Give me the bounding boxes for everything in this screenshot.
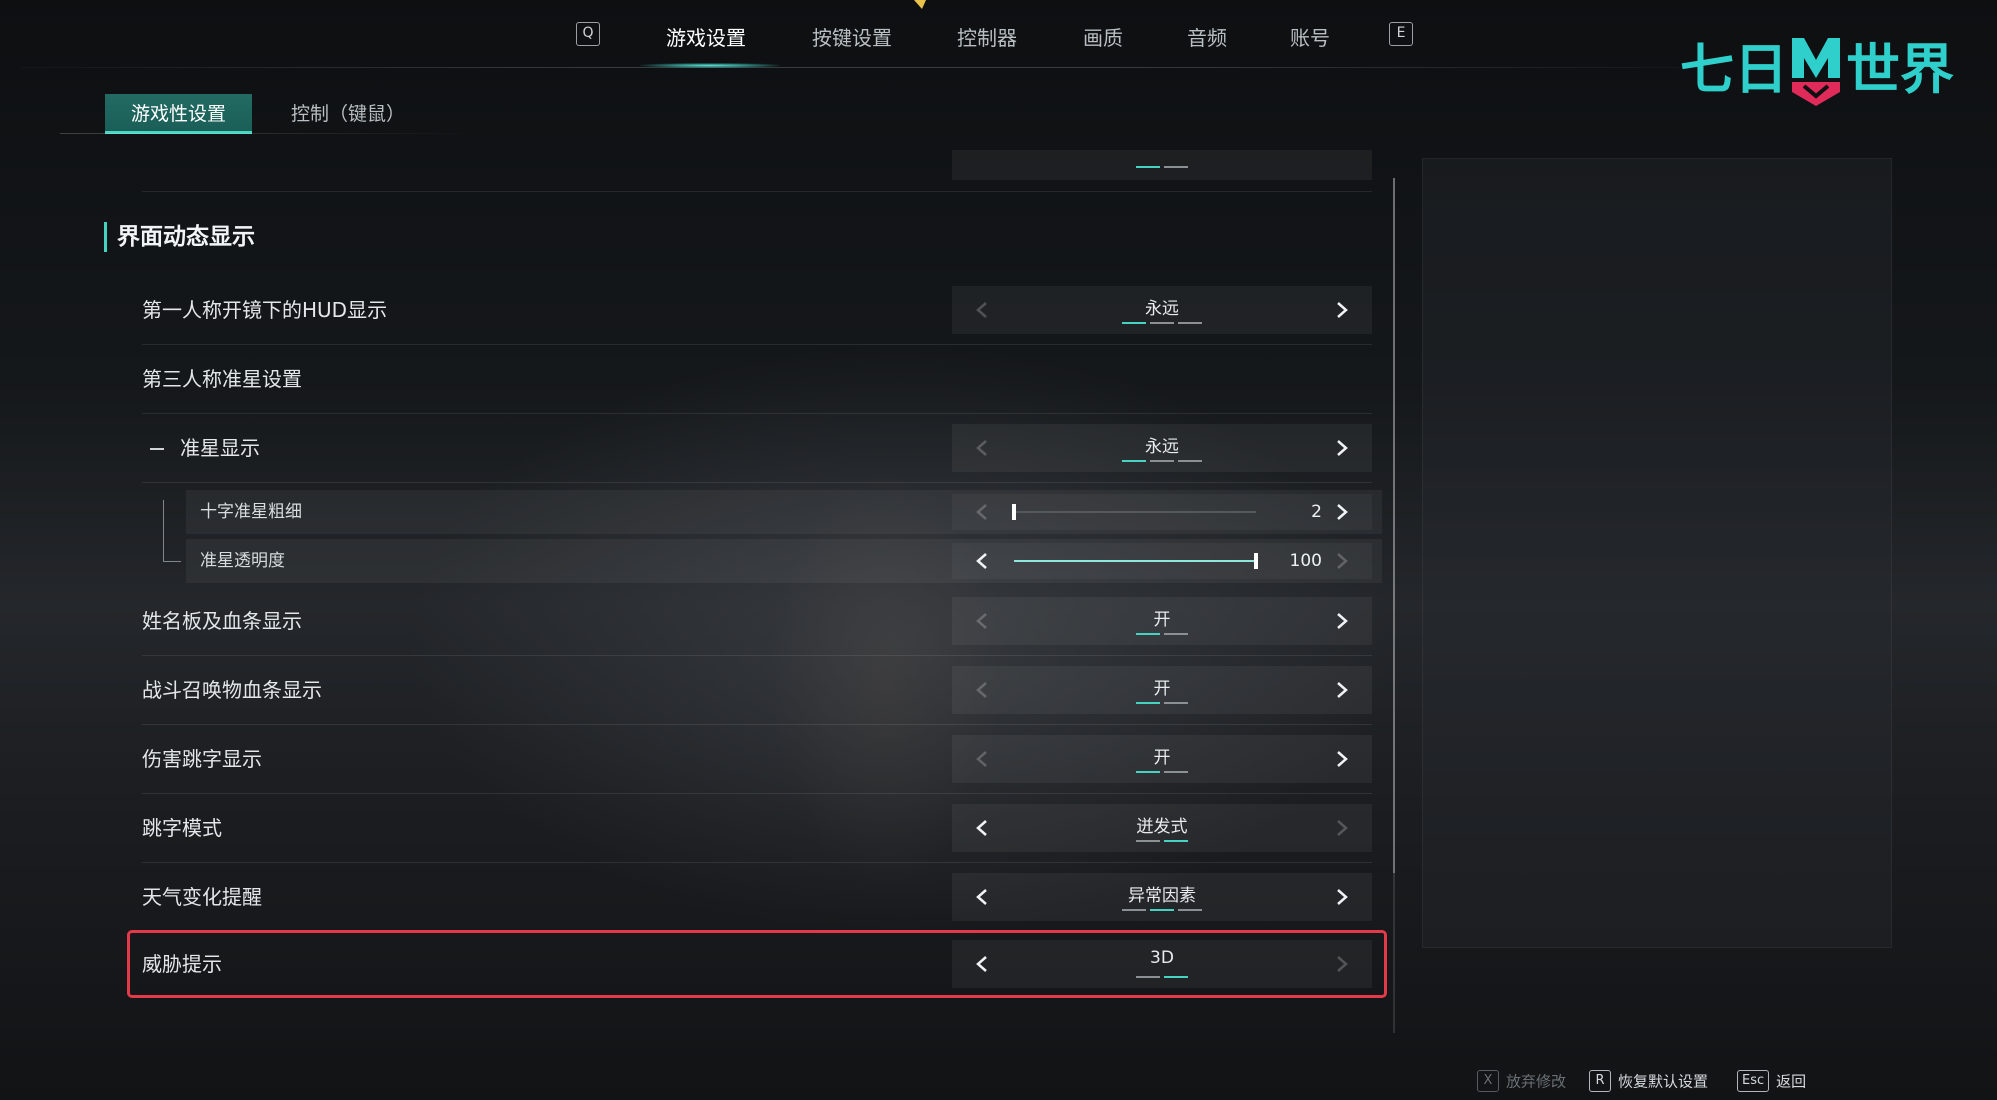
subtab-control-keyboard-mouse[interactable]: 控制（键鼠） (265, 94, 431, 134)
key-esc-badge: Esc (1737, 1070, 1770, 1092)
partial-setting-row (142, 150, 1372, 192)
setting-row-hud-scope[interactable]: 第一人称开镜下的HUD显示 永远 (142, 276, 1372, 345)
subtab-divider (60, 133, 480, 134)
option-selector[interactable]: 永远 (952, 286, 1372, 334)
tree-connector (163, 500, 164, 562)
slider-track[interactable] (1012, 504, 1256, 520)
setting-label: 准星显示 (180, 436, 260, 460)
option-selector[interactable]: 永远 (952, 424, 1372, 472)
logo-text-left: 七日 (1680, 38, 1788, 101)
discard-label: 放弃修改 (1506, 1072, 1567, 1091)
option-dots (952, 633, 1372, 635)
subtab-gameplay[interactable]: 游戏性设置 (105, 94, 253, 134)
back-hint[interactable]: Esc 返回 (1737, 1070, 1806, 1096)
slider-control[interactable]: 100 (952, 543, 1372, 579)
mouse-cursor-icon (914, 0, 926, 9)
setting-row-crosshair-display[interactable]: 准星显示 永远 (142, 414, 1372, 483)
setting-label: 十字准星粗细 (200, 502, 302, 522)
section-title: 界面动态显示 (104, 222, 255, 252)
arrow-right-icon[interactable] (1322, 804, 1362, 852)
description-panel (1422, 158, 1892, 948)
highlight-frame (127, 930, 1387, 998)
arrow-right-icon[interactable] (1322, 873, 1362, 921)
setting-row-weather-alert[interactable]: 天气变化提醒 异常因素 (142, 863, 1372, 932)
slider-fill (1014, 560, 1256, 562)
tab-audio[interactable]: 音频 (1187, 22, 1227, 51)
option-dots (952, 460, 1372, 462)
slider-thumb[interactable] (1254, 553, 1258, 569)
tab-game-settings[interactable]: 游戏设置 (666, 22, 746, 51)
logo-text-right: 世界 (1846, 38, 1954, 101)
logo-emblem-icon (1792, 38, 1840, 106)
arrow-right-icon[interactable] (1322, 286, 1362, 334)
discard-changes-hint[interactable]: X 放弃修改 (1477, 1070, 1566, 1096)
setting-label: 姓名板及血条显示 (142, 609, 302, 633)
setting-label: 准星透明度 (200, 551, 285, 571)
option-value: 开 (1153, 610, 1171, 630)
option-selector[interactable]: 开 (952, 597, 1372, 645)
reset-label: 恢复默认设置 (1618, 1072, 1709, 1091)
setting-label: 战斗召唤物血条显示 (142, 678, 322, 702)
arrow-right-icon[interactable] (1322, 424, 1362, 472)
tab-keybinding[interactable]: 按键设置 (812, 22, 892, 51)
option-selector[interactable]: 开 (952, 735, 1372, 783)
prev-tab-key-badge[interactable]: Q (576, 22, 600, 46)
option-selector[interactable]: 异常因素 (952, 873, 1372, 921)
setting-row-crosshair-opacity[interactable]: 准星透明度 100 (186, 539, 1382, 583)
arrow-left-icon[interactable] (962, 543, 1002, 579)
arrow-right-icon[interactable] (1322, 597, 1362, 645)
arrow-right-icon[interactable] (1322, 735, 1362, 783)
option-dots (952, 771, 1372, 773)
scrollbar-thumb[interactable] (1393, 178, 1395, 873)
tree-dash-icon (150, 448, 164, 450)
option-dots (952, 840, 1372, 842)
back-label: 返回 (1776, 1072, 1807, 1091)
arrow-right-icon[interactable] (1322, 666, 1362, 714)
slider-control[interactable]: 2 (952, 494, 1372, 530)
setting-label: 伤害跳字显示 (142, 747, 262, 771)
tree-connector-branch (163, 561, 181, 562)
partial-selector (952, 150, 1372, 180)
key-x-badge: X (1477, 1070, 1499, 1092)
arrow-right-icon[interactable] (1322, 494, 1362, 530)
reset-defaults-hint[interactable]: R 恢复默认设置 (1589, 1070, 1708, 1096)
tab-graphics[interactable]: 画质 (1083, 22, 1123, 51)
option-selector[interactable]: 迸发式 (952, 804, 1372, 852)
setting-row-third-person-crosshair: 第三人称准星设置 (142, 345, 1372, 414)
brand-logo: 七日 世界 (1680, 30, 1960, 110)
footer-hints: X 放弃修改 R 恢复默认设置 Esc 返回 (1477, 1070, 1897, 1096)
option-value: 永远 (1145, 299, 1179, 319)
setting-row-crosshair-thickness[interactable]: 十字准星粗细 2 (186, 490, 1382, 534)
option-selector[interactable]: 开 (952, 666, 1372, 714)
option-dots (952, 322, 1372, 324)
option-dots (952, 702, 1372, 704)
slider-track[interactable] (1014, 553, 1258, 569)
setting-row-number-mode[interactable]: 跳字模式 迸发式 (142, 794, 1372, 863)
slider-value: 100 (1289, 551, 1322, 571)
setting-label: 天气变化提醒 (142, 885, 262, 909)
settings-scrollbar[interactable] (1393, 178, 1395, 1033)
setting-row-nameplate[interactable]: 姓名板及血条显示 开 (142, 587, 1372, 656)
option-value: 异常因素 (1128, 886, 1196, 906)
tab-controller[interactable]: 控制器 (957, 22, 1017, 51)
brand-logo-graphic: 七日 世界 (1680, 38, 1954, 106)
option-value: 开 (1153, 748, 1171, 768)
option-value: 迸发式 (1136, 817, 1188, 837)
slider-thumb[interactable] (1012, 504, 1016, 520)
slider-value: 2 (1311, 502, 1322, 522)
setting-row-damage-numbers[interactable]: 伤害跳字显示 开 (142, 725, 1372, 794)
next-tab-key-badge[interactable]: E (1389, 22, 1413, 46)
option-value: 永远 (1145, 437, 1179, 457)
key-r-badge: R (1589, 1070, 1611, 1092)
setting-row-summon-health[interactable]: 战斗召唤物血条显示 开 (142, 656, 1372, 725)
setting-label: 跳字模式 (142, 816, 222, 840)
option-value: 开 (1153, 679, 1171, 699)
arrow-left-icon[interactable] (962, 494, 1002, 530)
nav-divider (20, 67, 1700, 68)
tab-account[interactable]: 账号 (1290, 22, 1330, 51)
setting-label: 第三人称准星设置 (142, 367, 302, 391)
setting-label: 第一人称开镜下的HUD显示 (142, 298, 388, 322)
option-dots (952, 909, 1372, 911)
arrow-right-icon[interactable] (1322, 543, 1362, 579)
